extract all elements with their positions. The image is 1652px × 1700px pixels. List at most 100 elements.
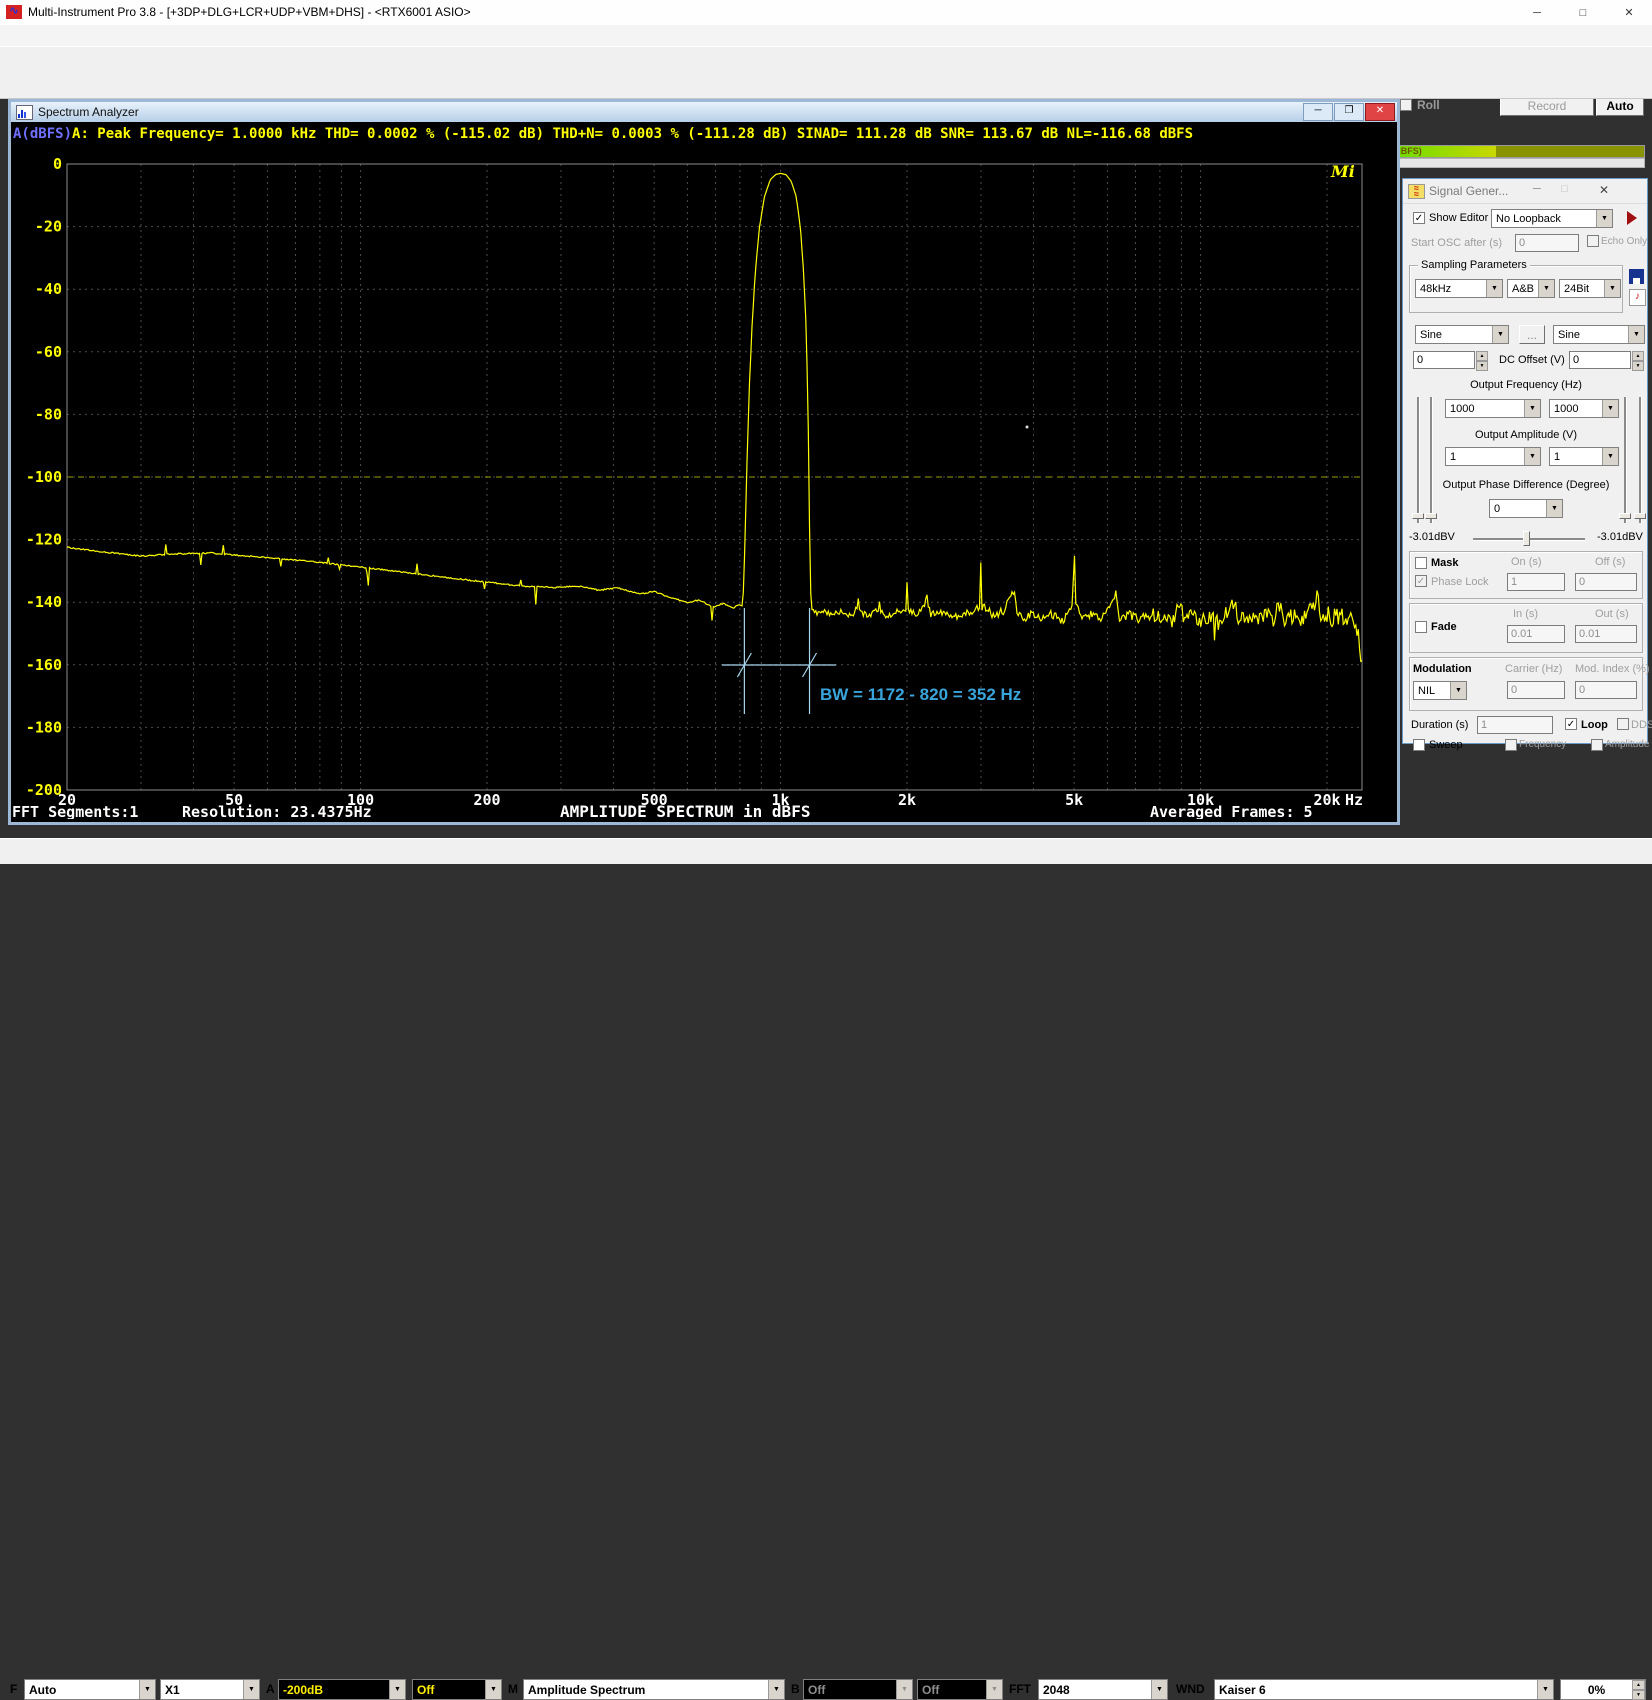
siggen-rate-combo[interactable]: 48kHz [1415, 279, 1503, 298]
svg-text:0: 0 [53, 155, 62, 173]
chevron-down-icon[interactable] [485, 1680, 501, 1699]
chevron-down-icon[interactable] [1492, 326, 1508, 343]
save-icon[interactable] [1629, 269, 1644, 284]
svg-text:-180: -180 [26, 718, 62, 736]
start-osc-input [1515, 234, 1579, 252]
show-editor-checkbox[interactable] [1413, 212, 1425, 224]
modulation-label: Modulation [1413, 663, 1472, 675]
chevron-down-icon[interactable] [1538, 280, 1554, 297]
siggen-bits-combo[interactable]: 24Bit [1559, 279, 1621, 298]
svg-text:Hz: Hz [1345, 791, 1363, 809]
loop-label: Loop [1581, 719, 1608, 731]
app-titlebar: ∿ Multi-Instrument Pro 3.8 - [+3DP+DLG+L… [0, 0, 1652, 26]
minimize-icon[interactable]: ─ [1533, 183, 1541, 195]
close-icon[interactable]: ✕ [1365, 103, 1395, 121]
svg-text:FFT Segments:1: FFT Segments:1 [12, 803, 138, 819]
freq-axis-combo[interactable]: Auto [24, 1679, 156, 1700]
mask-off-label: Off (s) [1595, 556, 1625, 568]
spinner-icon[interactable]: ▲ ▼ [1632, 351, 1644, 369]
minimize-icon[interactable]: ─ [1514, 0, 1560, 25]
window-function-combo[interactable]: Kaiser 6 [1214, 1679, 1554, 1700]
chevron-down-icon[interactable] [389, 1680, 405, 1699]
amplitude-b-combo[interactable]: 1 [1549, 447, 1619, 466]
sweep-checkbox[interactable] [1413, 739, 1425, 751]
spinner-icon[interactable]: ▲▼ [1632, 1680, 1645, 1699]
slider-handle[interactable] [1634, 513, 1646, 519]
phase-lock-checkbox [1415, 575, 1427, 587]
frequency-b-combo[interactable]: 1000 [1549, 399, 1619, 418]
phase-lock-label: Phase Lock [1431, 576, 1488, 588]
spectrum-plot[interactable]: 0-20-40-60-80-100-120-140-160-180-200205… [11, 146, 1397, 819]
dc-offset-a-input[interactable] [1413, 351, 1475, 369]
amp-slider-track-a[interactable] [1430, 397, 1433, 523]
mod-index-label: Mod. Index (%) [1575, 663, 1650, 675]
fade-label: Fade [1431, 621, 1457, 633]
mask-checkbox[interactable] [1415, 557, 1427, 569]
svg-text:AMPLITUDE SPECTRUM in dBFS: AMPLITUDE SPECTRUM in dBFS [560, 802, 810, 819]
waveform-b-combo[interactable]: Sine [1553, 325, 1645, 344]
freq-slider-track-a[interactable] [1417, 397, 1420, 523]
ref-a-combo[interactable]: Off [412, 1679, 502, 1700]
waveform-a-combo[interactable]: Sine [1415, 325, 1509, 344]
loopback-combo[interactable]: No Loopback [1491, 209, 1613, 228]
edit-data-icon[interactable]: ♪ [1629, 289, 1646, 306]
close-icon[interactable]: ✕ [1606, 0, 1652, 25]
fade-out-input [1575, 625, 1637, 643]
range-a-db-combo[interactable]: -200dB [278, 1679, 406, 1700]
chevron-down-icon[interactable] [1628, 326, 1644, 343]
freq-axis-label: F [10, 1682, 17, 1696]
siggen-play-icon[interactable] [1627, 211, 1637, 225]
loop-checkbox[interactable] [1565, 718, 1577, 730]
chevron-down-icon[interactable] [1524, 448, 1540, 465]
fft-size-combo[interactable]: 2048 [1038, 1679, 1168, 1700]
svg-text:2k: 2k [898, 791, 916, 809]
chevron-down-icon[interactable] [243, 1680, 259, 1699]
spectrum-window-titlebar[interactable]: Spectrum Analyzer ─ ❐ ✕ [11, 102, 1397, 122]
siggen-channels-combo[interactable]: A&B [1507, 279, 1555, 298]
chevron-down-icon[interactable] [1602, 448, 1618, 465]
output-phase-label: Output Phase Difference (Degree) [1403, 479, 1649, 491]
amplitude-a-combo[interactable]: 1 [1445, 447, 1541, 466]
amp-slider-track-b[interactable] [1639, 397, 1642, 523]
chevron-down-icon[interactable] [139, 1680, 155, 1699]
spinner-icon[interactable]: ▲ ▼ [1476, 351, 1488, 369]
chevron-down-icon[interactable] [1604, 280, 1620, 297]
close-icon[interactable]: ✕ [1599, 183, 1609, 197]
fade-checkbox[interactable] [1415, 621, 1427, 633]
chevron-down-icon[interactable] [1151, 1680, 1167, 1699]
slider-handle[interactable] [1412, 513, 1424, 519]
cursor-dot [1026, 426, 1029, 429]
chevron-down-icon[interactable] [1602, 400, 1618, 417]
frequency-a-combo[interactable]: 1000 [1445, 399, 1541, 418]
mode-label: M [508, 1682, 518, 1696]
spectrum-analyzer-window: Spectrum Analyzer ─ ❐ ✕ A(dBFS)A: Peak F… [8, 99, 1400, 825]
minimize-icon[interactable]: ─ [1303, 103, 1333, 121]
balance-slider-handle[interactable] [1523, 531, 1530, 546]
dds-checkbox [1617, 718, 1629, 730]
siggen-titlebar[interactable]: ≈≈ Signal Gener... ─ □ ✕ [1403, 179, 1647, 204]
chevron-down-icon[interactable] [768, 1680, 784, 1699]
slider-handle[interactable] [1619, 513, 1631, 519]
sweep-amplitude-checkbox [1591, 739, 1603, 751]
freq-slider-track-b[interactable] [1624, 397, 1627, 523]
zoom-combo[interactable]: X1 [160, 1679, 260, 1700]
slider-handle[interactable] [1425, 513, 1437, 519]
chevron-down-icon[interactable] [1524, 400, 1540, 417]
chevron-down-icon[interactable] [1486, 280, 1502, 297]
mode-combo[interactable]: Amplitude Spectrum [523, 1679, 785, 1700]
chevron-down-icon[interactable] [1450, 682, 1466, 699]
sweep-frequency-label: Frequency [1519, 739, 1566, 750]
more-button[interactable]: ... [1519, 325, 1545, 344]
svg-text:-20: -20 [35, 218, 62, 236]
fade-in-input [1507, 625, 1565, 643]
chevron-down-icon[interactable] [1546, 500, 1562, 517]
restore-icon[interactable]: ❐ [1334, 103, 1364, 121]
overlap-spinner[interactable]: 0% ▲▼ [1560, 1679, 1646, 1700]
spectrum-window-title: Spectrum Analyzer [38, 105, 139, 119]
phase-combo[interactable]: 0 [1489, 499, 1563, 518]
modulation-type-combo[interactable]: NIL [1413, 681, 1467, 700]
chevron-down-icon[interactable] [1537, 1680, 1553, 1699]
dc-offset-b-input[interactable] [1569, 351, 1631, 369]
chevron-down-icon[interactable] [1596, 210, 1612, 227]
maximize-icon[interactable]: □ [1560, 0, 1606, 25]
